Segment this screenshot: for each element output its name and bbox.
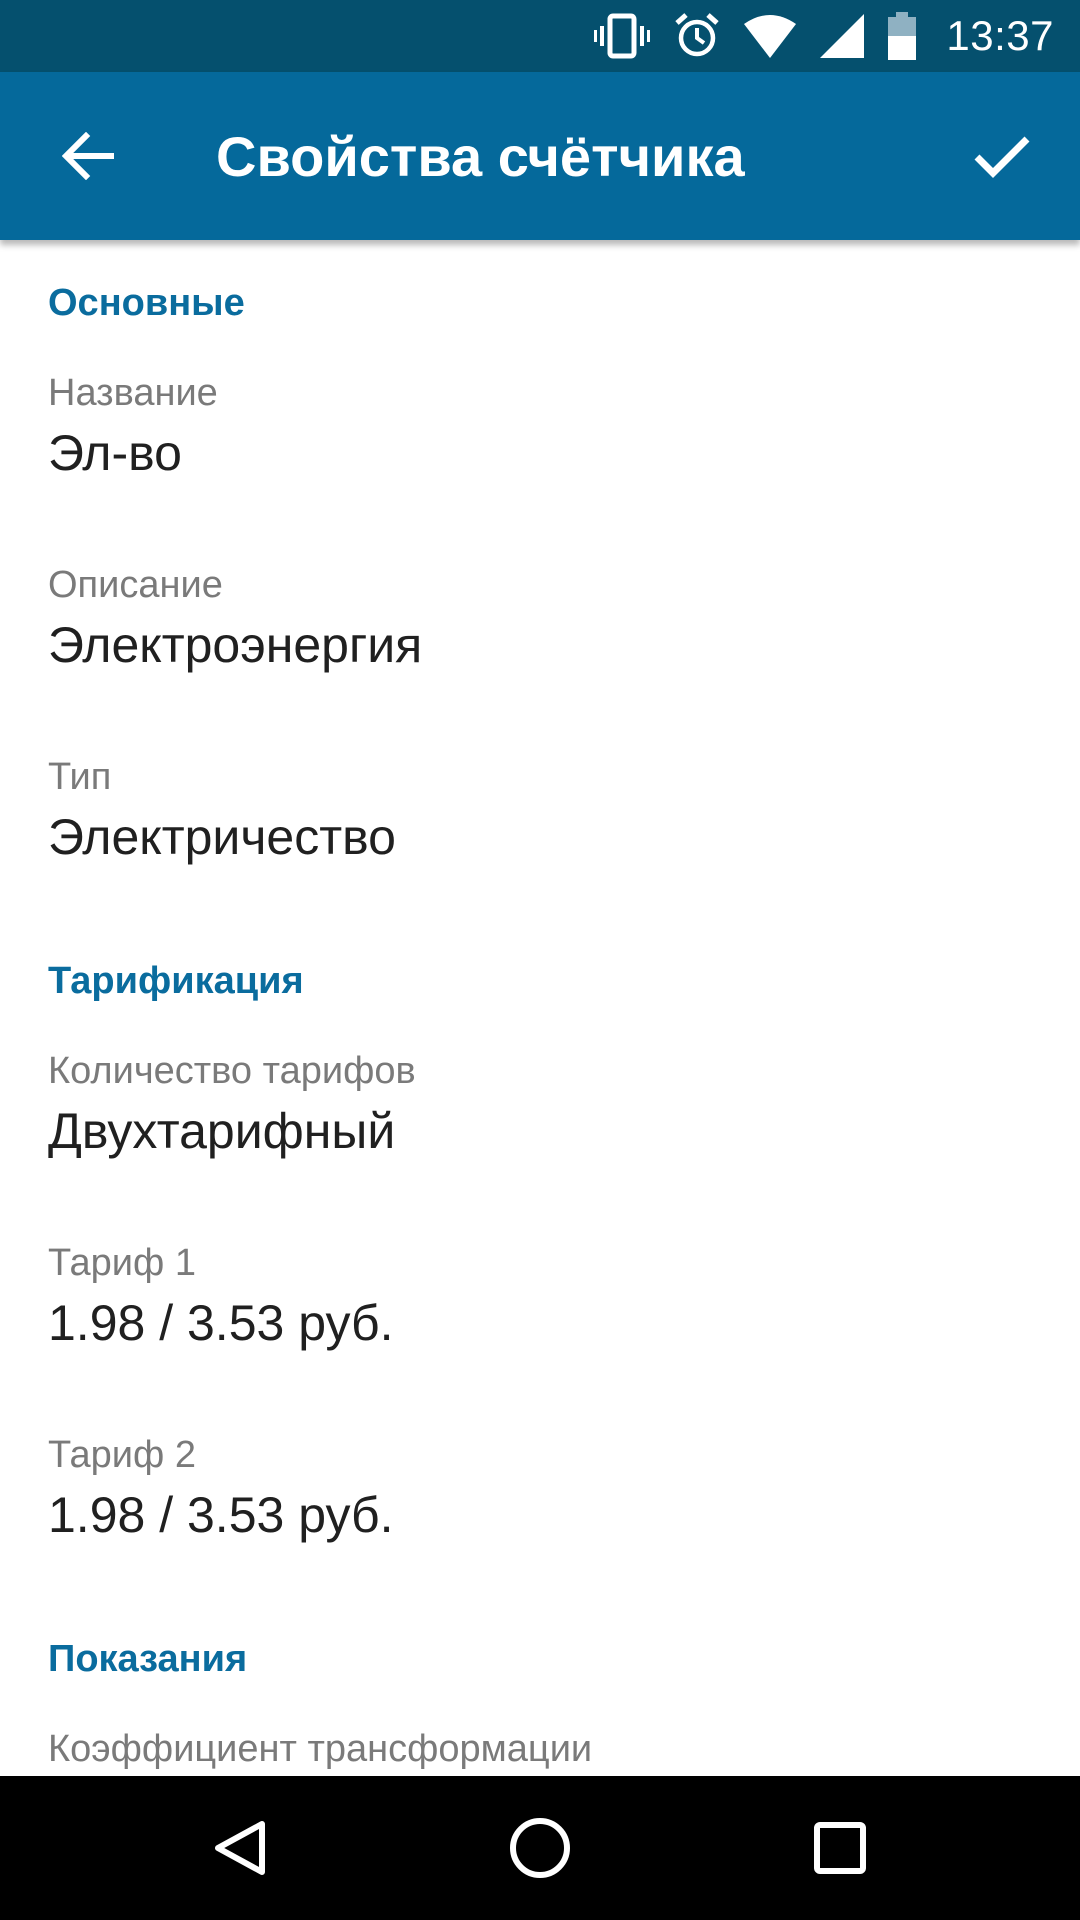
back-triangle-icon	[215, 1821, 265, 1875]
pref-item-tariff-1[interactable]: Тариф 1 1.98 / 3.53 руб.	[0, 1242, 1080, 1422]
battery-icon	[888, 12, 917, 60]
status-clock: 13:37	[946, 12, 1054, 59]
pref-title: Описание	[48, 564, 223, 606]
arrow-back-icon	[62, 132, 114, 180]
pref-title: Тариф 1	[48, 1242, 196, 1284]
confirm-button[interactable]	[958, 112, 1046, 200]
pref-title: Тариф 2	[48, 1434, 196, 1476]
alarm-icon	[674, 13, 720, 59]
vibrate-icon	[594, 12, 651, 60]
back-button[interactable]	[44, 112, 132, 200]
checkmark-icon	[974, 136, 1030, 178]
status-bar: 13:37	[0, 0, 1080, 72]
preferences-list: Основные Название Эл-во Описание Электро…	[0, 240, 1080, 1776]
recents-square-icon	[814, 1822, 866, 1874]
pref-summary: Эл-во	[48, 425, 182, 481]
pref-item-name[interactable]: Название Эл-во	[0, 372, 1080, 552]
page-title: Свойства счётчика	[216, 125, 745, 188]
pref-item-tariff-count[interactable]: Количество тарифов Двухтарифный	[0, 1050, 1080, 1230]
home-circle-icon	[510, 1818, 570, 1878]
navigation-bar	[0, 1776, 1080, 1920]
wifi-icon	[744, 14, 797, 58]
signal-icon	[820, 14, 865, 58]
pref-summary: Электроэнергия	[48, 617, 423, 673]
pref-title: Тип	[48, 756, 112, 798]
toolbar: Свойства счётчика	[0, 72, 1080, 240]
pref-item-transformation-ratio[interactable]: Коэффициент трансформации	[0, 1728, 1080, 1776]
pref-item-description[interactable]: Описание Электроэнергия	[0, 564, 1080, 744]
pref-item-tariff-2[interactable]: Тариф 2 1.98 / 3.53 руб.	[0, 1434, 1080, 1614]
pref-title: Коэффициент трансформации	[48, 1728, 593, 1770]
section-header-readings: Показания	[48, 1638, 248, 1680]
nav-back-button[interactable]	[190, 1798, 290, 1898]
nav-home-button[interactable]	[490, 1798, 590, 1898]
nav-recents-button[interactable]	[790, 1798, 890, 1898]
pref-item-type[interactable]: Тип Электричество	[0, 756, 1080, 936]
pref-summary: 1.98 / 3.53 руб.	[48, 1487, 394, 1543]
pref-title: Количество тарифов	[48, 1050, 416, 1092]
pref-summary: Двухтарифный	[48, 1103, 396, 1159]
pref-summary: 1.98 / 3.53 руб.	[48, 1295, 394, 1351]
section-header-main: Основные	[48, 282, 245, 324]
section-header-tariffs: Тарификация	[48, 960, 304, 1002]
pref-title: Название	[48, 372, 218, 414]
pref-summary: Электричество	[48, 809, 396, 865]
